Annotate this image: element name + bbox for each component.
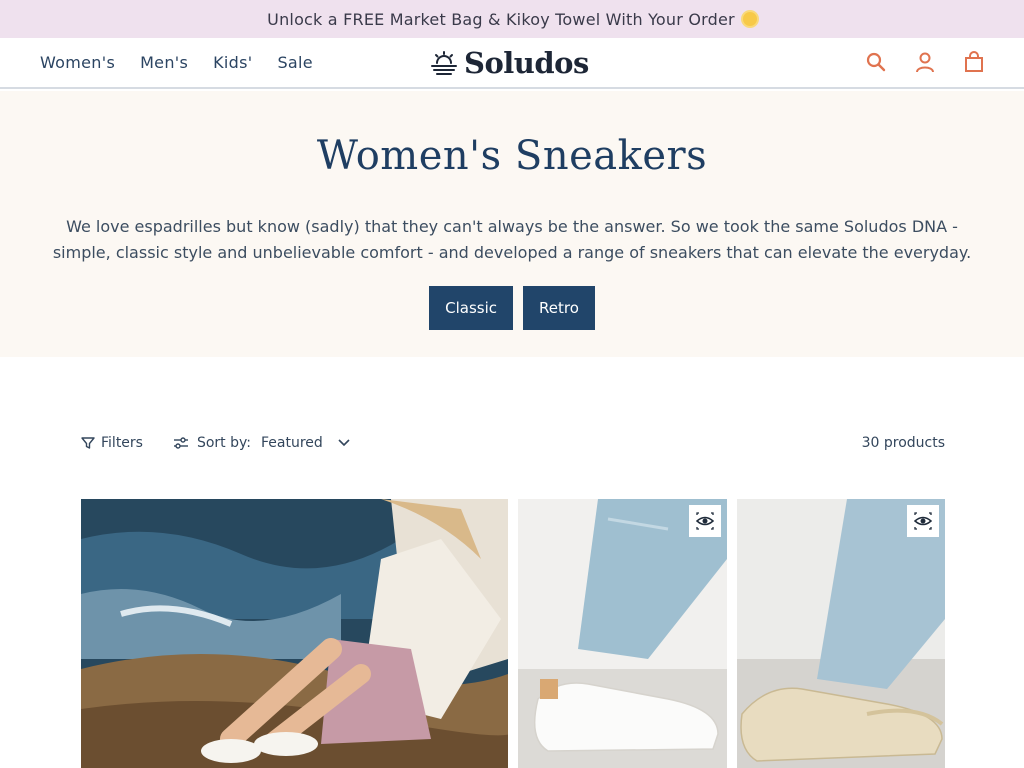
nav-item-mens[interactable]: Men's	[140, 53, 188, 72]
product-card-1[interactable]	[518, 499, 727, 768]
sort-dropdown[interactable]: Sort by: Featured	[173, 435, 351, 451]
nav-item-womens[interactable]: Women's	[40, 53, 115, 72]
sliders-icon	[173, 437, 188, 449]
classic-button[interactable]: Classic	[429, 286, 513, 330]
product-grid	[81, 499, 945, 768]
page-title: Women's Sneakers	[316, 133, 708, 179]
site-header: Women's Men's Kids' Sale Soludos	[0, 38, 1024, 89]
nav-item-kids[interactable]: Kids'	[213, 53, 252, 72]
product-photo-1	[518, 499, 727, 768]
search-icon[interactable]	[864, 50, 888, 74]
retro-button[interactable]: Retro	[523, 286, 595, 330]
logo-text: Soludos	[464, 46, 589, 80]
subcollection-buttons: Classic Retro	[0, 286, 1024, 330]
announcement-text: Unlock a FREE Market Bag & Kikoy Towel W…	[267, 9, 735, 29]
filter-icon	[81, 437, 95, 449]
sun-icon	[742, 12, 757, 26]
cart-icon[interactable]	[962, 50, 986, 74]
main-nav: Women's Men's Kids' Sale	[40, 38, 338, 87]
product-toolbar: Filters Sort by: Featured 30 products	[81, 430, 945, 456]
chevron-down-icon	[337, 438, 351, 448]
account-icon[interactable]	[913, 50, 937, 74]
collection-hero: Women's Sneakers We love espadrilles but…	[0, 91, 1024, 357]
sort-value: Featured	[261, 435, 323, 451]
filters-label: Filters	[101, 435, 143, 451]
filters-button[interactable]: Filters	[81, 435, 143, 451]
quick-view-icon[interactable]	[689, 505, 721, 537]
announcement-bar: Unlock a FREE Market Bag & Kikoy Towel W…	[0, 0, 1024, 38]
sort-label: Sort by:	[196, 435, 251, 451]
collection-description: We love espadrilles but know (sadly) tha…	[52, 217, 972, 262]
header-icons	[839, 50, 986, 74]
nav-item-sale[interactable]: Sale	[277, 53, 312, 72]
lifestyle-photo	[81, 499, 508, 768]
lifestyle-image-card[interactable]	[81, 499, 508, 768]
logo[interactable]: Soludos	[430, 46, 589, 80]
sun-logo-icon	[431, 51, 457, 75]
quick-view-icon[interactable]	[907, 505, 939, 537]
product-photo-2	[737, 499, 945, 768]
product-card-2[interactable]	[737, 499, 945, 768]
product-count: 30 products	[861, 435, 945, 451]
